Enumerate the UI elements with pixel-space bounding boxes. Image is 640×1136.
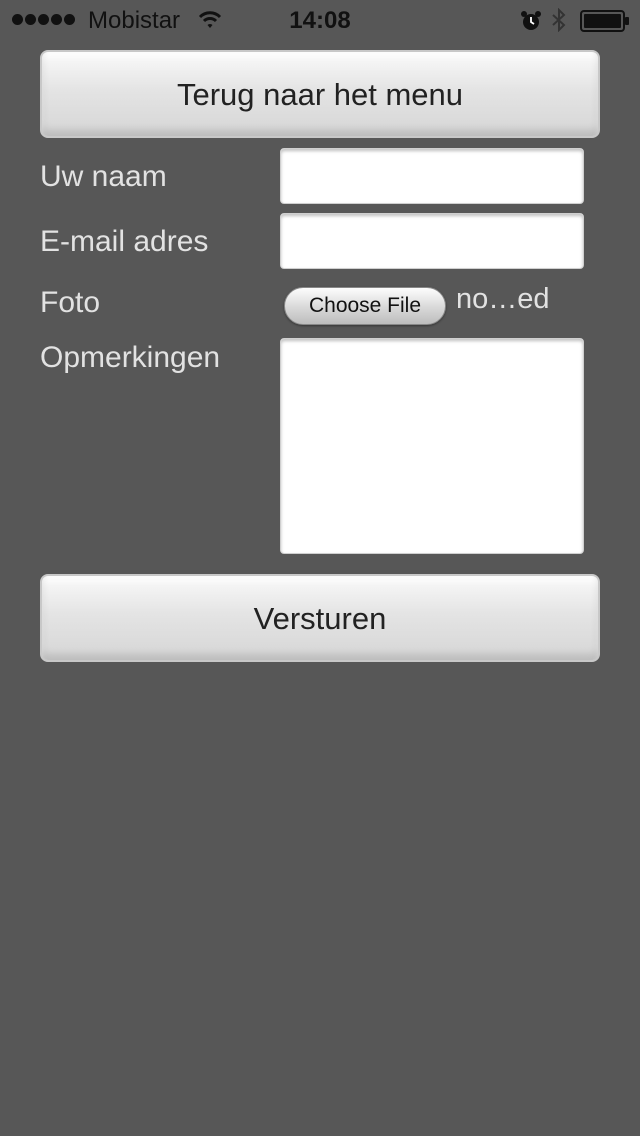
status-bar: Mobistar 14:08: [0, 0, 640, 40]
choose-file-button[interactable]: Choose File: [284, 287, 446, 325]
battery-icon: [580, 10, 629, 32]
submit-button[interactable]: Versturen: [40, 574, 600, 662]
alarm-icon: [521, 11, 541, 30]
photo-label: Foto: [40, 286, 101, 319]
remarks-textarea[interactable]: [280, 338, 584, 554]
email-input[interactable]: [280, 213, 584, 269]
email-label: E-mail adres: [40, 225, 209, 258]
back-to-menu-button[interactable]: Terug naar het menu: [40, 50, 600, 138]
name-label: Uw naam: [40, 160, 167, 193]
name-input[interactable]: [280, 148, 584, 204]
status-time: 14:08: [289, 7, 351, 34]
file-status-text: no…ed: [456, 283, 550, 315]
bluetooth-icon: [552, 8, 566, 32]
remarks-label: Opmerkingen: [40, 341, 221, 374]
